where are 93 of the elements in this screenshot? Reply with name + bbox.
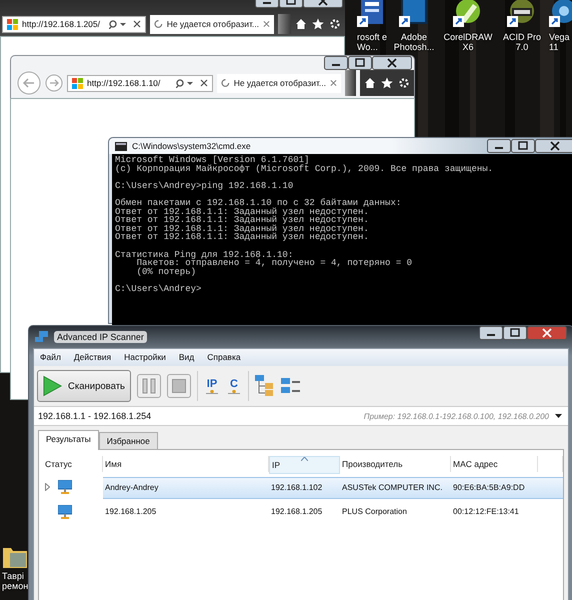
home-icon[interactable] — [295, 18, 307, 30]
icon-label: Таврі ремон — [2, 571, 28, 591]
loading-icon — [154, 19, 163, 29]
icon-label: Vega 11 — [549, 32, 571, 52]
menu-item[interactable]: Действия — [74, 352, 112, 363]
table-cell: Andrey-Andrey — [103, 477, 269, 499]
scan-button[interactable]: Сканировать — [37, 370, 131, 402]
table-row[interactable]: 192.168.1.205 192.168.1.205 PLUS Corporation 00:12:12:FE:13:41 — [43, 502, 563, 522]
minimize-icon[interactable] — [324, 56, 348, 70]
computer-icon — [58, 480, 72, 494]
console-line: C:\Users\Andrey>ping 192.168.1.10 — [115, 182, 294, 190]
table-cell-text: PLUS Corporation — [341, 506, 408, 518]
console-line: C:\Users\Andrey> — [115, 284, 202, 294]
play-icon — [43, 374, 62, 398]
home-icon[interactable] — [364, 77, 376, 89]
console-line: (0% потерь) — [136, 268, 196, 276]
icon-label: CorelDRAW X6 — [442, 32, 494, 52]
menu-item[interactable]: Настройки — [124, 352, 166, 363]
close-icon[interactable] — [535, 139, 572, 153]
star-icon[interactable] — [312, 18, 324, 30]
table-row[interactable]: Andrey-Andrey 192.168.1.102 ASUSTek COMPUTER INC. 90:E6:BA:5B:A9:DD — [43, 477, 563, 499]
address-bar[interactable]: http://192.168.1.205/ — [2, 16, 146, 32]
icon-label: ACID Pro 7.0 — [502, 32, 542, 52]
search-icon[interactable] — [176, 78, 196, 88]
site-icon — [72, 78, 83, 88]
icon-label: rosoft e Wo... — [357, 32, 387, 52]
menu-item[interactable]: Файл — [40, 352, 61, 363]
console-line: Ответ от 192.168.1.1: Заданный узел недоступен. — [115, 216, 370, 225]
tab[interactable]: Результаты — [38, 430, 99, 450]
app-shortcut-icon[interactable] — [549, 0, 572, 28]
menu-item[interactable]: Справка — [207, 352, 241, 363]
app-shortcut-icon[interactable] — [507, 0, 537, 28]
window-title: Advanced IP Scanner — [54, 331, 147, 343]
app-shortcut-icon[interactable] — [453, 0, 483, 28]
browser-tab[interactable]: Не удается отобразит... — [217, 74, 341, 92]
browser-tab[interactable]: Не удается отобразит... — [150, 14, 274, 34]
maximize-icon[interactable] — [503, 326, 527, 340]
stop-icon — [172, 379, 186, 393]
console-line: Статистика Ping для 192.168.1.10: — [115, 250, 294, 260]
menu-item[interactable]: Вид — [178, 352, 194, 363]
table-cell-text: 00:12:12:FE:13:41 — [452, 506, 520, 518]
tab-title: Не удается отобразит... — [234, 78, 326, 88]
minimize-icon[interactable] — [487, 139, 511, 153]
search-icon[interactable] — [109, 20, 129, 28]
table-cell-text: 192.168.1.205 — [270, 506, 324, 518]
app-shortcut-icon[interactable] — [399, 0, 429, 28]
address-text: http://192.168.1.205/ — [22, 19, 101, 29]
dropdown-arrow-icon[interactable] — [555, 414, 562, 418]
tab[interactable]: Избранное — [98, 432, 158, 449]
table-cell: 90:E6:BA:5B:A9:DD — [451, 477, 538, 499]
column-header[interactable]: Статус — [43, 456, 103, 472]
console-line: Пакетов: отправлено = 4, получено = 4, потеряно = 0 — [136, 259, 414, 268]
icon-label: Adobe Photosh... — [392, 32, 436, 52]
tool-button[interactable]: C — [226, 378, 242, 394]
maximize-icon[interactable] — [348, 56, 372, 70]
console-line: (c) Корпорация Майкрософт (Microsoft Corp.), 2009. Все права защищены. — [115, 164, 494, 174]
tab-title: Не удается отобразит... — [166, 19, 260, 29]
computer-icon — [58, 505, 72, 519]
list-view-icon[interactable] — [281, 377, 301, 395]
table-cell: ASUSTek COMPUTER INC. — [340, 477, 451, 499]
column-header[interactable]: MAC адрес — [451, 456, 538, 472]
close-icon[interactable] — [527, 326, 567, 340]
column-header[interactable]: IP — [269, 456, 340, 474]
maximize-icon[interactable] — [511, 139, 535, 153]
network-icon — [35, 331, 49, 343]
table-cell: 192.168.1.102 — [269, 477, 340, 499]
console-line: Ответ от 192.168.1.1: Заданный узел недоступен. — [115, 208, 369, 216]
window-title: C:\Windows\system32\cmd.exe — [132, 141, 251, 151]
address-text: http://192.168.1.10/ — [87, 78, 162, 88]
console-line: Microsoft Windows [Version 6.1.7601] — [115, 156, 310, 165]
console-line: Ответ от 192.168.1.1: Заданный узел недоступен. — [115, 224, 370, 234]
table-cell-text: 192.168.1.205 — [104, 506, 158, 518]
loading-icon — [221, 78, 230, 88]
range-field[interactable]: 192.168.1.1 - 192.168.1.254 Пример: 192.168.0.1-192.168.0.100, 192.168.0.200 — [34, 406, 568, 426]
close-icon[interactable] — [200, 79, 208, 87]
minimize-icon[interactable] — [479, 326, 503, 340]
console-line: Обмен пакетами с 192.168.1.10 по с 32 байтами данных: — [115, 198, 402, 208]
tab-strip-background — [345, 70, 356, 96]
star-icon[interactable] — [381, 77, 393, 89]
console-line: Ответ от 192.168.1.1: Заданный узел недоступен. — [115, 233, 370, 242]
expand-icon[interactable] — [45, 483, 50, 491]
pause-icon — [142, 378, 156, 394]
console-icon — [115, 142, 127, 150]
address-bar[interactable]: http://192.168.1.10/ — [67, 74, 213, 92]
tab-strip-background — [278, 14, 291, 34]
close-icon[interactable] — [372, 56, 412, 70]
settings-icon[interactable] — [398, 77, 410, 89]
tool-button[interactable]: IP — [204, 378, 220, 394]
column-header[interactable]: Производитель — [340, 456, 451, 472]
settings-icon[interactable] — [329, 18, 341, 30]
site-icon — [7, 18, 18, 30]
close-icon[interactable] — [133, 20, 141, 28]
tree-view-icon[interactable] — [255, 375, 275, 397]
